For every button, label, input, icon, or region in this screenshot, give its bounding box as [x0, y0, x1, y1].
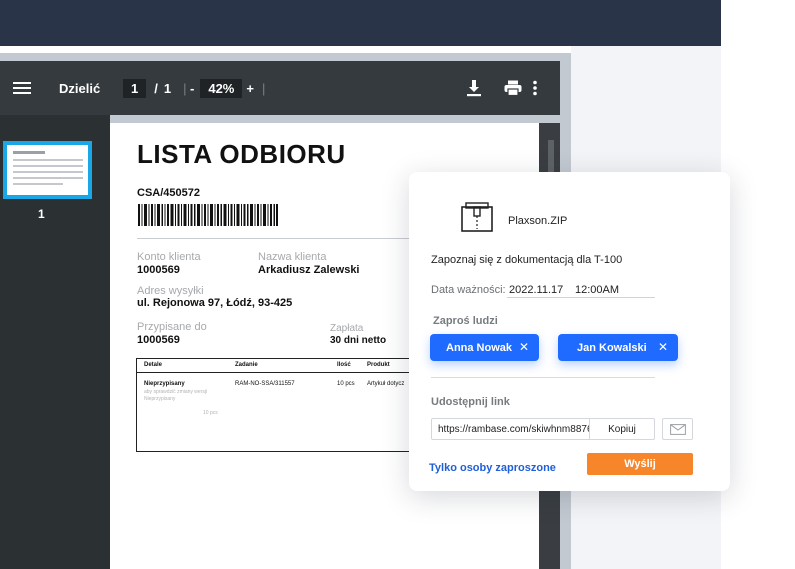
page-thumbnail[interactable]: [3, 141, 92, 199]
table-cell-detail: Nieprzypisany: [144, 381, 185, 387]
payment-value: 30 dni netto: [330, 335, 387, 346]
dialog-divider: [431, 377, 655, 378]
menu-icon[interactable]: [13, 61, 31, 115]
pdf-toolbar: Dzielić 1 / 1 | - 42% + |: [0, 61, 560, 115]
expiry-date-field[interactable]: 2022.11.17 12:00AM: [507, 280, 655, 298]
zoom-in-button[interactable]: +: [246, 81, 254, 96]
send-button[interactable]: Wyślij: [587, 453, 693, 475]
document-items-table: Detale Zadanie Ilość Produkt Nieprzypisa…: [136, 358, 410, 452]
share-dialog: Plaxson.ZIP Zapoznaj się z dokumentacją …: [409, 172, 730, 491]
assigned-to-value: 1000569: [137, 334, 180, 346]
invitee-chip[interactable]: Anna Nowak ✕: [430, 334, 539, 361]
table-header-line: [137, 372, 409, 373]
toolbar-divider: |: [261, 80, 266, 96]
more-options-icon[interactable]: [532, 61, 538, 115]
invitee-name: Anna Nowak: [446, 341, 513, 354]
client-account-label: Konto klienta: [137, 251, 201, 263]
table-header-qty: Ilość: [337, 362, 351, 368]
mail-icon: [669, 423, 686, 435]
page-total: 1: [163, 80, 172, 96]
email-button[interactable]: [662, 418, 693, 440]
client-account-value: 1000569: [137, 264, 180, 276]
barcode-image: [138, 204, 278, 226]
table-header-task: Zadanie: [235, 362, 258, 368]
table-header-product: Produkt: [367, 362, 390, 368]
zoom-control: - 42% + |: [190, 61, 265, 115]
table-cell-product: Artykuł dotycz: [367, 381, 405, 387]
payment-label: Zapłata: [330, 323, 364, 334]
share-link-input[interactable]: https://rambase.com/skiwhnm8876: [432, 424, 589, 435]
share-link-field: https://rambase.com/skiwhnm8876 Kopiuj: [431, 418, 655, 440]
remove-invitee-icon[interactable]: ✕: [519, 340, 529, 354]
invitee-chip[interactable]: Jan Kowalski ✕: [558, 334, 678, 361]
scrollbar-thumb[interactable]: [548, 140, 554, 175]
right-background: [721, 0, 795, 569]
invitee-name: Jan Kowalski: [577, 341, 647, 354]
document-title: LISTA ODBIORU: [137, 139, 346, 169]
page-navigator: 1 / 1 |: [123, 61, 186, 115]
invite-only-toggle[interactable]: Tylko osoby zaproszone: [429, 462, 556, 474]
shipping-address-label: Adres wysyłki: [137, 285, 204, 297]
page-separator: /: [154, 80, 158, 96]
share-link-label: Udostępnij link: [431, 396, 510, 408]
table-cell-task: RAM-NO-SSA/311557: [235, 381, 295, 387]
invite-people-label: Zaproś ludzi: [433, 315, 498, 327]
client-name-label: Nazwa klienta: [258, 251, 327, 263]
assigned-to-label: Przypisane do: [137, 321, 207, 333]
page-current-input[interactable]: 1: [123, 78, 147, 98]
client-name-value: Arkadiusz Zalewski: [258, 264, 360, 276]
copy-link-button[interactable]: Kopiuj: [589, 419, 654, 439]
table-cell-qty: 10 pcs: [337, 381, 355, 387]
table-header-detail: Detale: [144, 362, 163, 368]
expiry-date-value: 2022.11.17: [509, 284, 564, 296]
table-cell-detail-sub: aby sprawdzić zmiany wersji: [144, 389, 208, 395]
zoom-value[interactable]: 42%: [200, 78, 243, 98]
document-code: CSA/450572: [137, 187, 200, 199]
zoom-out-button[interactable]: -: [190, 81, 194, 96]
shipping-address-value: ul. Rejonowa 97, Łódź, 93-425: [137, 297, 293, 309]
share-message[interactable]: Zapoznaj się z dokumentacją dla T-100: [431, 254, 622, 266]
zip-file-icon: [461, 202, 493, 237]
table-cell-detail-sub: Nieprzypisany: [144, 396, 176, 402]
thumbnail-page-number: 1: [38, 207, 45, 221]
download-icon[interactable]: [466, 61, 482, 115]
app-top-bar: [0, 0, 721, 46]
expiry-time-value: 12:00AM: [575, 284, 620, 296]
file-name: Plaxson.ZIP: [508, 215, 568, 227]
remove-invitee-icon[interactable]: ✕: [658, 340, 668, 354]
share-doc-label[interactable]: Dzielić: [59, 61, 100, 115]
toolbar-divider: |: [183, 80, 187, 96]
table-cell-detail-qty: 10 pcs: [203, 410, 218, 416]
expiry-label: Data ważności:: [431, 284, 506, 296]
document-divider: [137, 238, 409, 239]
print-icon[interactable]: [504, 61, 522, 115]
